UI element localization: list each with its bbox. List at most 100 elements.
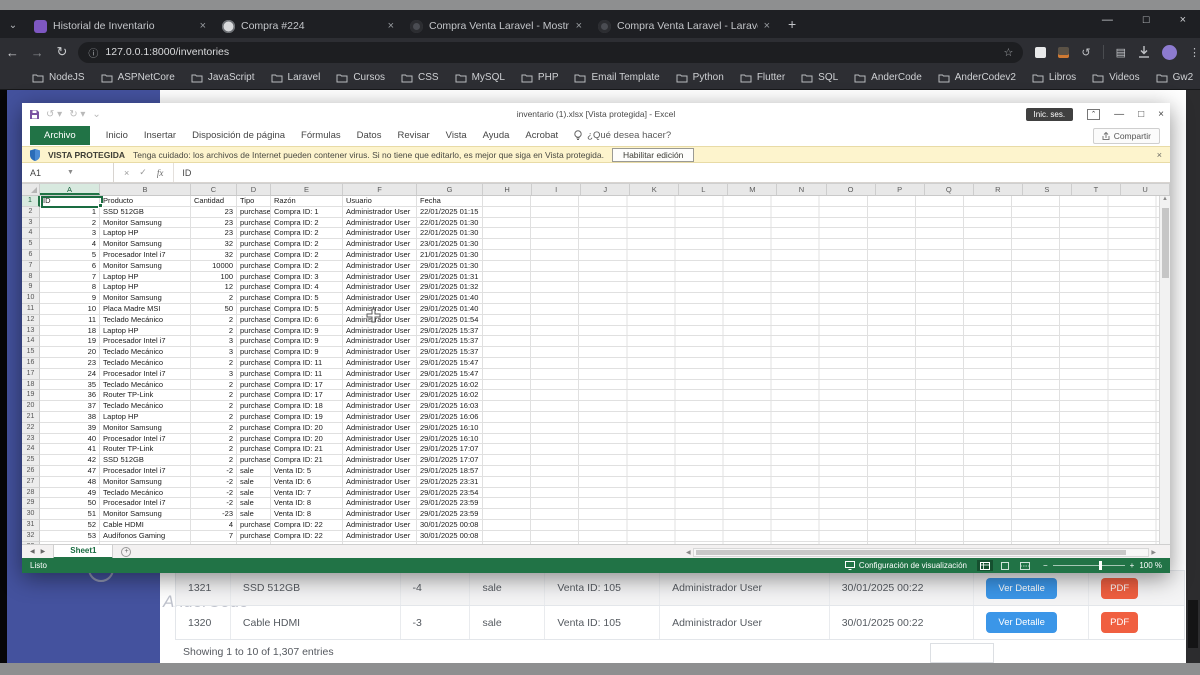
- bookmark-folder[interactable]: MySQL: [455, 72, 505, 83]
- cell-d[interactable]: purchase: [237, 380, 271, 391]
- cell-a[interactable]: 49: [40, 488, 100, 499]
- cell-b[interactable]: Laptop HP: [100, 282, 191, 293]
- cell-d[interactable]: purchase: [237, 336, 271, 347]
- cell-f[interactable]: Administrador User: [343, 326, 417, 337]
- cancel-entry-icon[interactable]: ×: [124, 168, 129, 178]
- empty-cells[interactable]: [483, 293, 1159, 304]
- cell-a[interactable]: 7: [40, 272, 100, 283]
- row-header[interactable]: 20: [22, 401, 40, 412]
- ribbon-tab[interactable]: Acrobat: [525, 130, 558, 141]
- column-header[interactable]: H: [483, 184, 532, 195]
- row-header[interactable]: 22: [22, 423, 40, 434]
- pdf-button[interactable]: PDF: [1101, 578, 1138, 599]
- cell-e[interactable]: Venta ID: 8: [271, 509, 343, 520]
- empty-cells[interactable]: [483, 207, 1159, 218]
- history-icon[interactable]: ↺: [1081, 46, 1090, 59]
- cell-g[interactable]: 22/01/2025 01:30: [417, 228, 483, 239]
- row-header[interactable]: 24: [22, 444, 40, 455]
- cell-a[interactable]: 37: [40, 401, 100, 412]
- cell-c[interactable]: 12: [191, 282, 237, 293]
- cell-e[interactable]: Compra ID: 2: [271, 250, 343, 261]
- sheet-prev-icon[interactable]: ◀: [30, 548, 35, 555]
- ver-detalle-button[interactable]: Ver Detalle: [986, 612, 1056, 633]
- cell-c[interactable]: 2: [191, 380, 237, 391]
- name-box-caret-icon[interactable]: ▼: [67, 169, 74, 176]
- empty-cells[interactable]: [483, 358, 1159, 369]
- cell-a[interactable]: 51: [40, 509, 100, 520]
- column-header[interactable]: F: [343, 184, 417, 195]
- cell-f[interactable]: Administrador User: [343, 401, 417, 412]
- cell-a[interactable]: 47: [40, 466, 100, 477]
- tab-close-icon[interactable]: ×: [200, 20, 206, 32]
- cell-d[interactable]: purchase: [237, 282, 271, 293]
- cell-f[interactable]: Administrador User: [343, 293, 417, 304]
- empty-cells[interactable]: [483, 218, 1159, 229]
- cell-f[interactable]: Administrador User: [343, 390, 417, 401]
- column-header[interactable]: D: [237, 184, 271, 195]
- column-header[interactable]: M: [728, 184, 777, 195]
- cell-a[interactable]: 50: [40, 498, 100, 509]
- cell-d[interactable]: sale: [237, 509, 271, 520]
- row-header[interactable]: 10: [22, 293, 40, 304]
- cell-a[interactable]: 39: [40, 423, 100, 434]
- empty-cells[interactable]: [483, 380, 1159, 391]
- cell-f[interactable]: Administrador User: [343, 218, 417, 229]
- cell-g[interactable]: 29/01/2025 18:57: [417, 466, 483, 477]
- page-scrollbar-thumb[interactable]: [1188, 600, 1198, 648]
- cell-g[interactable]: 29/01/2025 01:40: [417, 304, 483, 315]
- tell-me-search[interactable]: ¿Qué desea hacer?: [574, 130, 671, 141]
- empty-cells[interactable]: [483, 347, 1159, 358]
- cell-a[interactable]: 53: [40, 531, 100, 542]
- zoom-slider[interactable]: [1053, 565, 1125, 566]
- cell-f[interactable]: Administrador User: [343, 466, 417, 477]
- column-header[interactable]: B: [100, 184, 191, 195]
- cell-a[interactable]: 1: [40, 207, 100, 218]
- cell-g[interactable]: 29/01/2025 16:02: [417, 390, 483, 401]
- bookmark-folder[interactable]: Videos: [1092, 72, 1139, 83]
- cell-c[interactable]: 32: [191, 239, 237, 250]
- bookmark-folder[interactable]: Cursos: [336, 72, 385, 83]
- cell-f[interactable]: Administrador User: [343, 488, 417, 499]
- share-button[interactable]: Compartir: [1093, 128, 1160, 144]
- cell-g[interactable]: 29/01/2025 16:10: [417, 434, 483, 445]
- cell-d[interactable]: sale: [237, 488, 271, 499]
- cell-e[interactable]: Compra ID: 5: [271, 293, 343, 304]
- banner-close-icon[interactable]: ×: [1157, 150, 1162, 160]
- row-header[interactable]: 18: [22, 380, 40, 391]
- row-header[interactable]: 7: [22, 261, 40, 272]
- cell-f[interactable]: Administrador User: [343, 412, 417, 423]
- cell-a[interactable]: 38: [40, 412, 100, 423]
- cell-f[interactable]: Administrador User: [343, 261, 417, 272]
- cell-a[interactable]: 40: [40, 434, 100, 445]
- row-header[interactable]: 2: [22, 207, 40, 218]
- ribbon-tab[interactable]: Datos: [357, 130, 382, 141]
- empty-cells[interactable]: [483, 434, 1159, 445]
- cell-g[interactable]: 22/01/2025 01:30: [417, 218, 483, 229]
- row-header[interactable]: 23: [22, 434, 40, 445]
- cell-b[interactable]: Procesador Intel i7: [100, 434, 191, 445]
- cell-f[interactable]: Administrador User: [343, 282, 417, 293]
- bookmark-folder[interactable]: PHP: [521, 72, 559, 83]
- cell-b[interactable]: Laptop HP: [100, 228, 191, 239]
- cell-d[interactable]: purchase: [237, 520, 271, 531]
- cell-e[interactable]: Compra ID: 1: [271, 207, 343, 218]
- cell-f[interactable]: Administrador User: [343, 423, 417, 434]
- cell-e[interactable]: Compra ID: 2: [271, 218, 343, 229]
- cell-a[interactable]: 8: [40, 282, 100, 293]
- bookmark-folder[interactable]: Email Template: [574, 72, 659, 83]
- ver-detalle-button[interactable]: Ver Detalle: [986, 578, 1056, 599]
- maximize-icon[interactable]: □: [1143, 14, 1150, 26]
- display-settings[interactable]: Configuración de visualización: [845, 561, 967, 570]
- cell-g[interactable]: 29/01/2025 16:02: [417, 380, 483, 391]
- cell-f[interactable]: Usuario: [343, 196, 417, 207]
- cell-c[interactable]: 2: [191, 293, 237, 304]
- cell-g[interactable]: 29/01/2025 15:37: [417, 336, 483, 347]
- cell-d[interactable]: purchase: [237, 444, 271, 455]
- row-header[interactable]: 9: [22, 282, 40, 293]
- row-header[interactable]: 29: [22, 498, 40, 509]
- cell-b[interactable]: Laptop HP: [100, 412, 191, 423]
- column-header[interactable]: L: [679, 184, 728, 195]
- cell-c[interactable]: -2: [191, 466, 237, 477]
- bookmark-folder[interactable]: Libros: [1032, 72, 1076, 83]
- row-header[interactable]: 21: [22, 412, 40, 423]
